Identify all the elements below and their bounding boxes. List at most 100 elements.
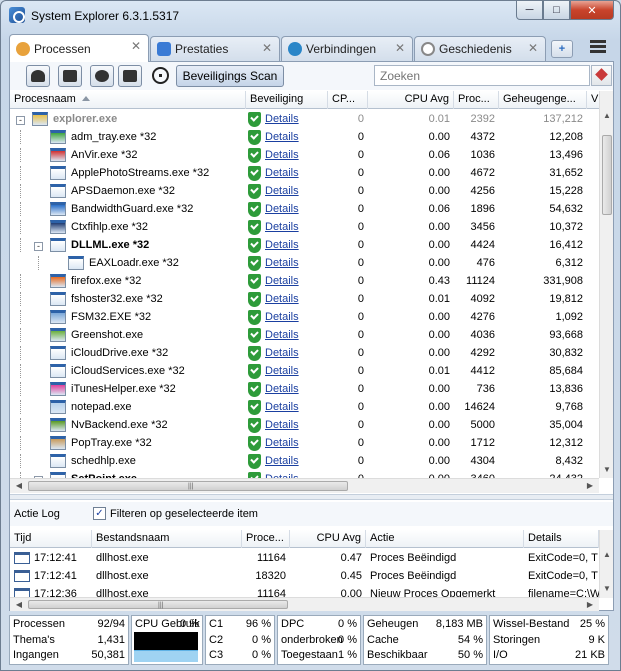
details-link[interactable]: Details [265, 257, 299, 269]
details-link[interactable]: Details [265, 149, 299, 161]
scroll-up-icon[interactable]: ▲ [600, 111, 614, 120]
details-link[interactable]: Details [265, 203, 299, 215]
tab-close-icon[interactable]: ✕ [528, 41, 538, 55]
security-scan-button[interactable]: Beveiligings Scan [176, 65, 284, 87]
table-row[interactable]: schedhlp.exe Details 0 0.00 4304 8,432 [10, 452, 599, 470]
services-button[interactable] [90, 65, 114, 87]
details-link[interactable]: Details [265, 167, 299, 179]
maximize-button[interactable]: □ [543, 1, 570, 20]
scroll-right-icon[interactable]: ▶ [583, 481, 597, 490]
col-beveiliging[interactable]: Beveiliging [246, 91, 328, 109]
tab-prestaties[interactable]: Prestaties ✕ [150, 36, 280, 61]
scroll-thumb[interactable]: ||| [28, 481, 348, 491]
tab-close-icon[interactable]: ✕ [395, 41, 405, 55]
filter-checkbox-label[interactable]: Filteren op geselecteerde item [110, 508, 258, 520]
table-row[interactable]: iCloudDrive.exe *32 Details 0 0.00 4292 30,83… [10, 344, 599, 362]
scroll-thumb[interactable]: ||| [28, 600, 288, 609]
table-row[interactable]: - explorer.exe Details 0 0.01 2392 137,212 [10, 110, 599, 128]
details-link[interactable]: Details [265, 131, 299, 143]
tab-verbindingen[interactable]: Verbindingen ✕ [281, 36, 413, 61]
scroll-up-icon[interactable]: ▲ [600, 550, 614, 559]
log-vertical-scrollbar[interactable]: ▲ ▼ [599, 530, 613, 598]
table-row[interactable]: fshoster32.exe *32 Details 0 0.01 4092 19,812 [10, 290, 599, 308]
details-link[interactable]: Details [265, 113, 299, 125]
col-actie[interactable]: Actie [366, 530, 524, 548]
col-details[interactable]: Details [524, 530, 599, 548]
menu-button[interactable] [589, 38, 607, 56]
col-cpu-avg[interactable]: CPU Avg [368, 91, 454, 109]
details-link[interactable]: Details [265, 239, 299, 251]
details-link[interactable]: Details [265, 311, 299, 323]
details-link[interactable]: Details [265, 365, 299, 377]
scroll-down-icon[interactable]: ▼ [600, 465, 614, 474]
minimize-button[interactable]: ─ [516, 1, 543, 20]
log-row[interactable]: 17:12:41 dllhost.exe 18320 0.45 Proces Beëin… [10, 567, 599, 585]
table-row[interactable]: AnVir.exe *32 Details 0 0.06 1036 13,496 [10, 146, 599, 164]
table-row[interactable]: BandwidthGuard.exe *32 Details 0 0.06 1896 54… [10, 200, 599, 218]
process-horizontal-scrollbar[interactable]: ◀ ||| ▶ [10, 478, 599, 493]
search-options-button[interactable] [591, 65, 612, 86]
details-link[interactable]: Details [265, 275, 299, 287]
table-row[interactable]: - DLLML.exe *32 Details 0 0.00 4424 16,412 [10, 236, 599, 254]
details-link[interactable]: Details [265, 383, 299, 395]
scroll-left-icon[interactable]: ◀ [12, 600, 26, 609]
tab-close-icon[interactable]: ✕ [131, 39, 141, 53]
scroll-thumb[interactable] [602, 135, 612, 215]
modules-button[interactable] [118, 65, 142, 87]
tab-processen[interactable]: Processen ✕ [9, 34, 149, 62]
details-link[interactable]: Details [265, 419, 299, 431]
col-cpu[interactable]: CP... [328, 91, 368, 109]
scroll-right-icon[interactable]: ▶ [583, 600, 597, 609]
table-row[interactable]: notepad.exe Details 0 0.00 14624 9,768 [10, 398, 599, 416]
details-link[interactable]: Details [265, 221, 299, 233]
title-bar[interactable]: System Explorer 6.3.1.5317 ─ □ ✕ [1, 1, 620, 31]
log-row[interactable]: 17:12:41 dllhost.exe 11164 0.47 Proces Beëin… [10, 549, 599, 567]
table-row[interactable]: ApplePhotoStreams.exe *32 Details 0 0.00 467… [10, 164, 599, 182]
log-horizontal-scrollbar[interactable]: ◀ ||| ▶ [10, 597, 599, 611]
table-row[interactable]: FSM32.EXE *32 Details 0 0.00 4276 1,092 [10, 308, 599, 326]
col-proces-id[interactable]: Proc... [454, 91, 499, 109]
windows-button[interactable] [58, 65, 82, 87]
details-link[interactable]: Details [265, 185, 299, 197]
details-link[interactable]: Details [265, 455, 299, 467]
filter-checkbox[interactable]: ✓ [93, 507, 106, 520]
table-row[interactable]: Ctxfihlp.exe *32 Details 0 0.00 3456 10,372 [10, 218, 599, 236]
details-link[interactable]: Details [265, 329, 299, 341]
find-window-crosshair-icon[interactable] [152, 67, 169, 84]
users-button[interactable] [26, 65, 50, 87]
details-link[interactable]: Details [265, 401, 299, 413]
table-row[interactable]: APSDaemon.exe *32 Details 0 0.00 4256 15,228 [10, 182, 599, 200]
panel-splitter[interactable] [10, 494, 613, 500]
process-vertical-scrollbar[interactable]: ▲ ▼ [599, 91, 613, 478]
col-geheugen[interactable]: Geheugenge... [499, 91, 587, 109]
table-row[interactable]: adm_tray.exe *32 Details 0 0.00 4372 12,208 [10, 128, 599, 146]
table-row[interactable]: iTunesHelper.exe *32 Details 0 0.00 736 13,83… [10, 380, 599, 398]
details-link[interactable]: Details [265, 347, 299, 359]
close-button[interactable]: ✕ [570, 1, 614, 20]
table-row[interactable]: -SetPoint.exeDetails00.00346024,432 [10, 470, 599, 478]
table-row[interactable]: EAXLoadr.exe *32 Details 0 0.00 476 6,312 [10, 254, 599, 272]
add-tab-button[interactable]: + [551, 40, 573, 58]
tree-expander-icon[interactable]: - [16, 116, 25, 125]
col-tijd[interactable]: Tijd [10, 530, 92, 548]
table-row[interactable]: iCloudServices.exe *32 Details 0 0.01 4412 85… [10, 362, 599, 380]
scroll-left-icon[interactable]: ◀ [12, 481, 26, 490]
details-link[interactable]: Details [265, 293, 299, 305]
log-action-cell: Nieuw Proces Opgemerkt [370, 588, 496, 597]
col-bestandsnaam[interactable]: Bestandsnaam [92, 530, 242, 548]
tree-expander-icon[interactable]: - [34, 242, 43, 251]
log-row[interactable]: 17:12:36 dllhost.exe 11164 0.00 Nieuw Proces… [10, 585, 599, 597]
table-row[interactable]: NvBackend.exe *32 Details 0 0.00 5000 35,004 [10, 416, 599, 434]
pid-cell: 4424 [470, 239, 495, 251]
table-row[interactable]: PopTray.exe *32 Details 0 0.00 1712 12,312 [10, 434, 599, 452]
tab-geschiedenis[interactable]: Geschiedenis ✕ [414, 36, 546, 61]
table-row[interactable]: firefox.exe *32 Details 0 0.43 11124 331,908 [10, 272, 599, 290]
table-row[interactable]: Greenshot.exe Details 0 0.00 4036 93,668 [10, 326, 599, 344]
tab-close-icon[interactable]: ✕ [262, 41, 272, 55]
details-link[interactable]: Details [265, 437, 299, 449]
col-log-cpu-avg[interactable]: CPU Avg [290, 530, 366, 548]
col-procesnaam[interactable]: Procesnaam [10, 91, 246, 109]
scroll-down-icon[interactable]: ▼ [600, 584, 614, 593]
col-proces[interactable]: Proce... [242, 530, 290, 548]
search-input[interactable] [374, 65, 590, 86]
